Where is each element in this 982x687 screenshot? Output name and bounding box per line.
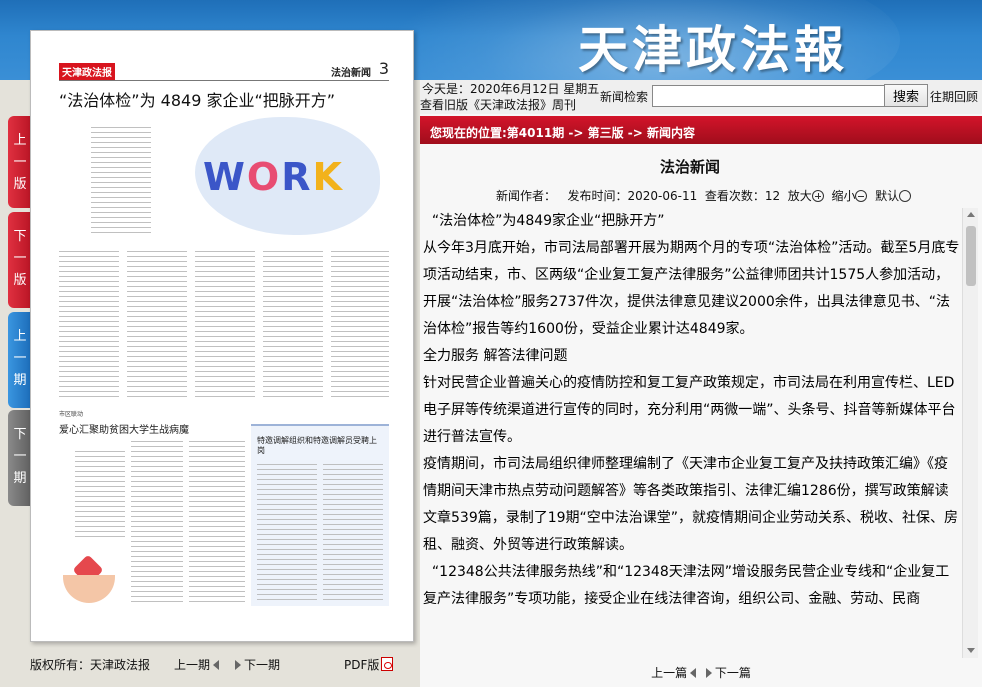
link-label: 下一篇 xyxy=(714,666,751,680)
column-text xyxy=(59,251,119,401)
work-illustration: WORK xyxy=(185,109,385,239)
tab-char: 期 xyxy=(13,373,27,388)
article-paragraph: 疫情期间，市司法局组织律师整理编制了《天津市企业复工复产及扶持政策汇编》《疫情期… xyxy=(423,456,959,553)
scroll-down-icon[interactable] xyxy=(967,648,975,653)
tab-char: 期 xyxy=(13,471,27,486)
column-text xyxy=(189,441,245,606)
sidebar-story-box[interactable]: 特邀调解组织和特邀调解员受聘上岗 xyxy=(251,424,389,606)
article-paragraph: “12348公共法律服务热线”和“12348天津法网”增设服务民营企业专线和“企… xyxy=(423,564,950,607)
link-label: PDF版 xyxy=(344,658,380,672)
column-text xyxy=(127,251,187,401)
today-date: 今天是：2020年6月12日 星期五 xyxy=(422,82,600,96)
letter: K xyxy=(312,155,344,199)
newspaper-headline[interactable]: “法治体检”为 4849 家企业“把脉开方” xyxy=(59,87,335,111)
past-issues-link[interactable]: 往期回顾 xyxy=(930,88,978,105)
newspaper-page-number: 3 xyxy=(378,59,389,78)
article-paragraph: 从今年3月底开始，市司法局部署开展为期两个月的专项“法治体检”活动。截至5月底专… xyxy=(423,240,960,337)
arrow-left-icon xyxy=(213,660,220,670)
newspaper-section: 法治新闻 xyxy=(331,68,371,79)
newspaper-page-thumbnail[interactable]: 天津政法报 法治新闻 3 “法治体检”为 4849 家企业“把脉开方” WORK… xyxy=(30,30,414,642)
column-text xyxy=(323,464,383,604)
column-text xyxy=(131,441,183,606)
tab-char: 一 xyxy=(13,351,27,366)
column-text xyxy=(263,251,323,401)
story-kicker: 市区联动 xyxy=(59,411,84,418)
article-panel: 今天是：2020年6月12日 星期五 查看旧版《天津政法报》周刊 新闻检索 搜索… xyxy=(420,80,982,687)
article-paragraph: 针对民营企业普遍关心的疫情防控和复工复产政策规定，市司法局在利用宣传栏、LED电… xyxy=(423,375,956,445)
tab-char: 上 xyxy=(13,329,27,344)
author-label: 新闻作者： xyxy=(496,189,557,203)
arrow-right-icon xyxy=(235,660,241,670)
story-title[interactable]: 爱心汇聚助贫困大学生战病魔 xyxy=(59,421,189,436)
copyright-text: 版权所有：天津政法报 xyxy=(30,658,151,672)
next-issue-link[interactable]: 下一期 xyxy=(232,656,280,673)
illustration-word: WORK xyxy=(203,155,344,199)
link-label: 上一期 xyxy=(174,658,211,672)
search-input[interactable] xyxy=(652,85,900,107)
info-bar: 今天是：2020年6月12日 星期五 查看旧版《天津政法报》周刊 新闻检索 搜索… xyxy=(420,80,982,114)
article-header: 法治新闻 新闻作者： 发布时间：2020-06-11 查看次数：12 放大 缩小… xyxy=(420,144,982,206)
column-text xyxy=(195,251,255,401)
next-article-link[interactable]: 下一篇 xyxy=(703,666,751,680)
tab-char: 版 xyxy=(13,177,27,192)
scroll-thumb[interactable] xyxy=(966,226,976,286)
pdf-icon xyxy=(381,657,394,671)
zoom-in-label: 放大 xyxy=(787,189,812,203)
article-scrollbar[interactable] xyxy=(962,208,978,658)
tab-char: 上 xyxy=(13,133,27,148)
publish-date: 发布时间：2020-06-11 xyxy=(567,189,698,203)
article-section-title: 法治新闻 xyxy=(659,158,720,176)
zoom-out-button[interactable]: 缩小 xyxy=(831,189,868,203)
tab-char: 一 xyxy=(13,449,27,464)
tab-char: 下 xyxy=(13,427,27,442)
article-nav: 上一篇 下一篇 xyxy=(420,662,982,687)
article-body: “法治体检”为4849家企业“把脉开方” 从今年3月底开始，市司法局部署开展为期… xyxy=(420,208,962,660)
article-meta: 新闻作者： 发布时间：2020-06-11 查看次数：12 放大 缩小 默认 xyxy=(496,187,912,204)
article-paragraph: “法治体检”为4849家企业“把脉开方” xyxy=(423,213,665,229)
letter: R xyxy=(281,155,313,199)
next-issue-tab[interactable]: 下 一 期 xyxy=(8,410,32,506)
tab-char: 版 xyxy=(13,273,27,288)
view-count: 查看次数：12 xyxy=(704,189,781,203)
breadcrumb: 您现在的位置:第4011期 -> 第三版 -> 新闻内容 xyxy=(420,116,982,144)
pdf-link[interactable]: PDF版 xyxy=(344,656,394,673)
default-size-button[interactable]: 默认 xyxy=(875,189,912,203)
column-text xyxy=(75,451,125,541)
old-issues-link[interactable]: 查看旧版《天津政法报》周刊 xyxy=(420,96,576,113)
circle-icon xyxy=(899,190,912,202)
hands-icon xyxy=(63,575,115,603)
link-label: 上一篇 xyxy=(651,666,688,680)
newspaper-header: 天津政法报 法治新闻 3 xyxy=(59,59,389,81)
story-title: 特邀调解组织和特邀调解员受聘上岗 xyxy=(257,436,377,455)
link-label: 下一期 xyxy=(244,658,281,672)
letter: O xyxy=(246,155,282,199)
zoom-out-label: 缩小 xyxy=(831,189,856,203)
article-paragraph: 全力服务 解答法律问题 xyxy=(423,348,568,364)
plus-icon xyxy=(811,190,824,202)
search-button[interactable]: 搜索 xyxy=(884,84,928,107)
tab-char: 一 xyxy=(13,251,27,266)
letter: W xyxy=(203,155,247,199)
heart-hands-illustration xyxy=(61,549,117,605)
prev-page-tab[interactable]: 上 一 版 xyxy=(8,116,32,208)
prev-issue-tab[interactable]: 上 一 期 xyxy=(8,312,32,408)
zoom-in-button[interactable]: 放大 xyxy=(788,189,824,203)
scroll-up-icon[interactable] xyxy=(967,212,975,217)
column-text xyxy=(91,127,151,237)
next-page-tab[interactable]: 下 一 版 xyxy=(8,212,32,308)
tab-char: 下 xyxy=(13,229,27,244)
search-label: 新闻检索 xyxy=(600,90,649,104)
arrow-right-icon xyxy=(705,668,712,678)
prev-issue-link[interactable]: 上一期 xyxy=(174,656,222,673)
tab-char: 一 xyxy=(13,155,27,170)
default-label: 默认 xyxy=(875,189,900,203)
prev-article-link[interactable]: 上一篇 xyxy=(651,666,699,680)
left-footer: 版权所有：天津政法报 上一期 下一期 PDF版 xyxy=(0,650,420,676)
masthead-title: 天津政法報 xyxy=(578,20,848,79)
arrow-left-icon xyxy=(690,668,697,678)
newspaper-logo: 天津政法报 xyxy=(59,63,115,80)
column-text xyxy=(331,251,389,401)
column-text xyxy=(257,464,317,604)
minus-icon xyxy=(855,190,868,202)
